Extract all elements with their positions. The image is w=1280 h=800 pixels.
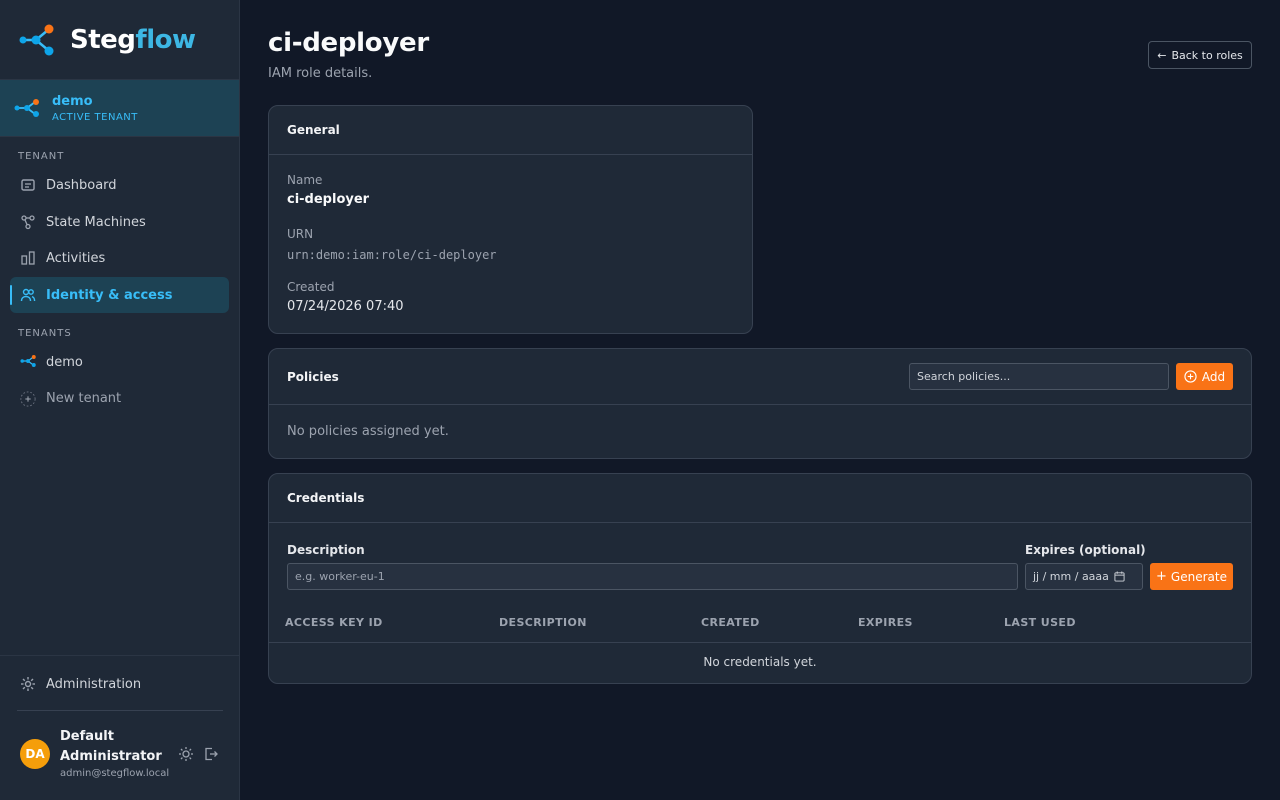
column-header-last-used: LAST USED (1004, 616, 1076, 629)
nav-dashboard-label: Dashboard (46, 177, 117, 193)
column-header-expires: EXPIRES (858, 616, 913, 629)
tenant-icon (14, 99, 39, 117)
add-policy-button[interactable]: Add (1176, 363, 1233, 390)
state-machines-icon (20, 214, 36, 230)
logout-icon[interactable] (203, 746, 219, 762)
sun-icon[interactable] (178, 746, 194, 762)
nav-administration-label: Administration (46, 676, 142, 692)
general-card: General Name ci-deployer URN urn:demo:ia… (268, 105, 753, 334)
policies-empty-text: No policies assigned yet. (287, 424, 449, 439)
column-header-description: DESCRIPTION (499, 616, 587, 629)
gear-icon (20, 676, 36, 692)
stegflow-logo-icon (19, 24, 54, 55)
arrow-left-icon: ← (1157, 48, 1167, 62)
nav-identity-access[interactable]: Identity & access (10, 277, 229, 313)
name-value: ci-deployer (287, 192, 370, 207)
page-title: ci-deployer (268, 28, 429, 58)
plus-icon: + (1156, 569, 1167, 584)
add-policy-label: Add (1201, 369, 1226, 384)
urn-value: urn:demo:iam:role/ci-deployer (287, 248, 497, 262)
column-header-created: CREATED (701, 616, 760, 629)
credentials-empty-text: No credentials yet. (703, 655, 817, 669)
generate-button[interactable]: + Generate (1150, 563, 1233, 590)
table-divider (269, 642, 1251, 643)
credentials-card-title: Credentials (269, 474, 1251, 523)
search-policies-input[interactable]: Search policies... (909, 363, 1169, 390)
expires-date-placeholder: jj / mm / aaaa (1033, 570, 1109, 583)
nav-identity-access-label: Identity & access (46, 287, 173, 303)
generate-label: Generate (1170, 569, 1227, 584)
tenant-icon (20, 354, 36, 370)
tenant-item-demo[interactable]: demo (10, 344, 229, 380)
nav-activities[interactable]: Activities (10, 240, 229, 276)
users-icon (20, 287, 36, 303)
activities-icon (20, 250, 36, 266)
policies-card: Policies Search policies... Add No polic… (268, 348, 1252, 459)
general-card-title: General (269, 106, 752, 155)
user-name: Default Administrator (60, 729, 162, 764)
column-header-access-key-id: ACCESS KEY ID (285, 616, 383, 629)
nav-administration[interactable]: Administration (10, 666, 229, 702)
tenant-item-demo-label: demo (46, 354, 83, 370)
calendar-icon (1114, 571, 1125, 582)
name-label: Name (287, 173, 323, 187)
created-label: Created (287, 280, 335, 294)
active-tenant-name: demo (52, 93, 93, 109)
page-subtitle: IAM role details. (268, 66, 373, 81)
tenants-section-label: TENANTS (18, 328, 72, 339)
plus-circle-icon (1184, 370, 1197, 383)
active-tenant[interactable]: demo ACTIVE TENANT (0, 80, 239, 137)
sidebar-footer (0, 655, 239, 656)
avatar[interactable]: DA (20, 739, 50, 769)
urn-label: URN (287, 227, 314, 241)
created-value: 07/24/2026 07:40 (287, 299, 404, 314)
brand[interactable]: Stegflow (0, 0, 239, 80)
active-tenant-label: ACTIVE TENANT (52, 111, 138, 123)
tenant-section-label: TENANT (18, 151, 65, 162)
brand-name: Stegflow (70, 24, 196, 55)
back-to-roles-label: Back to roles (1171, 48, 1243, 62)
sidebar: Stegflow demo ACTIVE TENANT TENANT Dashb… (0, 0, 240, 800)
plus-circle-icon (20, 390, 36, 407)
user-email: admin@stegflow.local (60, 768, 170, 779)
dashboard-icon (20, 177, 36, 193)
back-to-roles-button[interactable]: ← Back to roles (1148, 41, 1252, 69)
nav-state-machines[interactable]: State Machines (10, 204, 229, 240)
expires-label: Expires (optional) (1025, 543, 1146, 557)
nav-activities-label: Activities (46, 250, 106, 266)
nav-dashboard[interactable]: Dashboard (10, 167, 229, 203)
nav-state-machines-label: State Machines (46, 214, 146, 230)
new-tenant-button[interactable]: New tenant (10, 380, 229, 416)
description-input[interactable]: e.g. worker-eu-1 (287, 563, 1018, 590)
expires-date-input[interactable]: jj / mm / aaaa (1025, 563, 1143, 590)
description-label: Description (287, 543, 365, 557)
credentials-card: Credentials Description e.g. worker-eu-1… (268, 473, 1252, 684)
divider (17, 710, 223, 711)
new-tenant-label: New tenant (46, 390, 122, 406)
